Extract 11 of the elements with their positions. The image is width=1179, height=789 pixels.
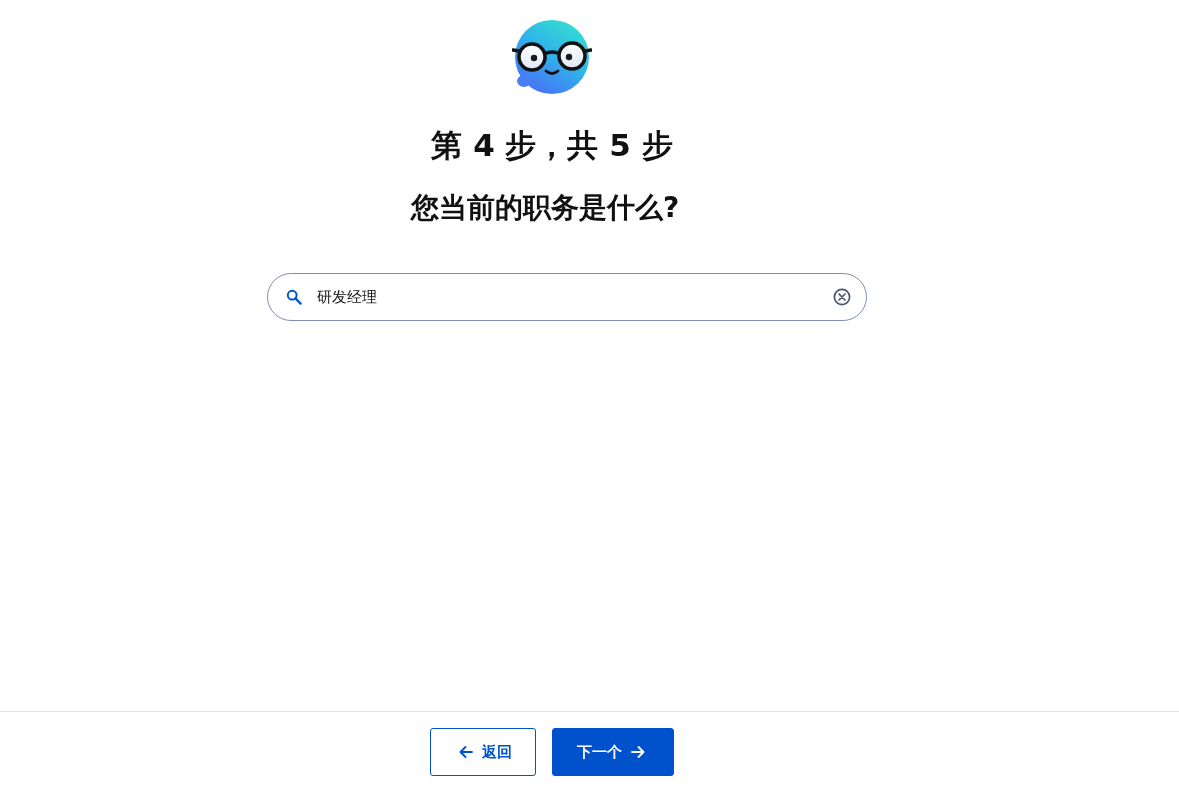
question-heading: 您当前的职务是什么?	[410, 190, 680, 226]
back-button[interactable]: 返回	[430, 728, 536, 776]
search-field[interactable]: 研发经理	[267, 273, 867, 321]
mascot-logo-icon	[512, 17, 592, 97]
search-icon	[286, 289, 302, 305]
clear-icon	[833, 288, 851, 306]
next-button[interactable]: 下一个	[552, 728, 674, 776]
step-progress-title: 第 4 步，共 5 步	[431, 126, 673, 165]
left-arrow-icon	[458, 744, 474, 760]
right-arrow-icon	[630, 744, 646, 760]
clear-button[interactable]	[833, 288, 851, 306]
